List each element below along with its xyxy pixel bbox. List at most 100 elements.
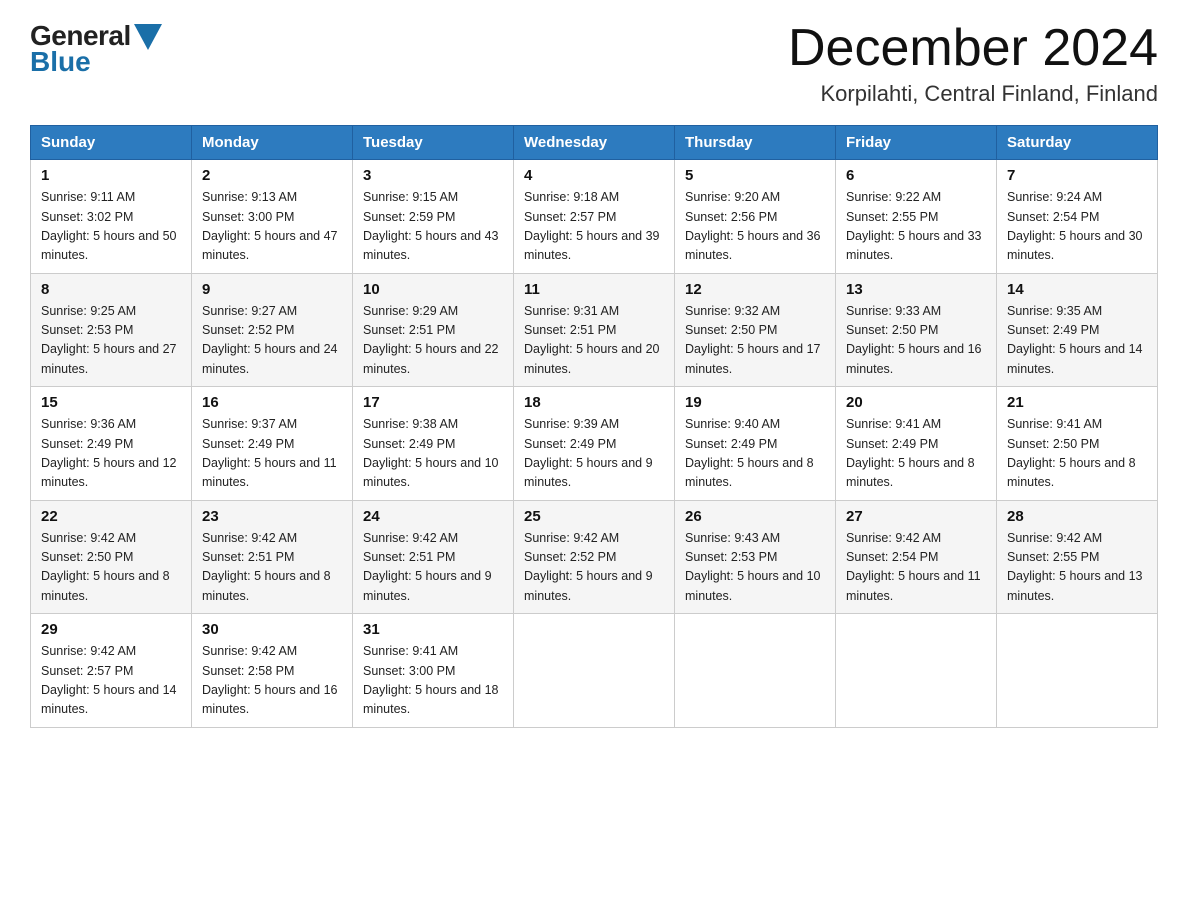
- day-number: 22: [41, 508, 181, 525]
- day-info: Sunrise: 9:33 AMSunset: 2:50 PMDaylight:…: [846, 304, 982, 376]
- day-number: 29: [41, 621, 181, 638]
- day-info: Sunrise: 9:35 AMSunset: 2:49 PMDaylight:…: [1007, 304, 1143, 376]
- calendar-cell: [675, 614, 836, 728]
- weekday-header-tuesday: Tuesday: [353, 126, 514, 160]
- calendar-cell: 1 Sunrise: 9:11 AMSunset: 3:02 PMDayligh…: [31, 160, 192, 274]
- weekday-header-thursday: Thursday: [675, 126, 836, 160]
- day-info: Sunrise: 9:38 AMSunset: 2:49 PMDaylight:…: [363, 417, 499, 489]
- day-info: Sunrise: 9:20 AMSunset: 2:56 PMDaylight:…: [685, 190, 821, 262]
- calendar-cell: 11 Sunrise: 9:31 AMSunset: 2:51 PMDaylig…: [514, 273, 675, 387]
- calendar-cell: 10 Sunrise: 9:29 AMSunset: 2:51 PMDaylig…: [353, 273, 514, 387]
- calendar-cell: 2 Sunrise: 9:13 AMSunset: 3:00 PMDayligh…: [192, 160, 353, 274]
- calendar-cell: 19 Sunrise: 9:40 AMSunset: 2:49 PMDaylig…: [675, 387, 836, 501]
- day-number: 1: [41, 167, 181, 184]
- weekday-header-monday: Monday: [192, 126, 353, 160]
- day-number: 25: [524, 508, 664, 525]
- calendar-cell: 4 Sunrise: 9:18 AMSunset: 2:57 PMDayligh…: [514, 160, 675, 274]
- calendar-cell: 21 Sunrise: 9:41 AMSunset: 2:50 PMDaylig…: [997, 387, 1158, 501]
- day-number: 2: [202, 167, 342, 184]
- day-info: Sunrise: 9:15 AMSunset: 2:59 PMDaylight:…: [363, 190, 499, 262]
- calendar-cell: 3 Sunrise: 9:15 AMSunset: 2:59 PMDayligh…: [353, 160, 514, 274]
- title-block: December 2024 Korpilahti, Central Finlan…: [788, 20, 1158, 107]
- day-number: 13: [846, 281, 986, 298]
- day-number: 31: [363, 621, 503, 638]
- calendar-cell: 23 Sunrise: 9:42 AMSunset: 2:51 PMDaylig…: [192, 500, 353, 614]
- day-info: Sunrise: 9:27 AMSunset: 2:52 PMDaylight:…: [202, 304, 338, 376]
- weekday-header-wednesday: Wednesday: [514, 126, 675, 160]
- calendar-cell: 26 Sunrise: 9:43 AMSunset: 2:53 PMDaylig…: [675, 500, 836, 614]
- calendar-cell: [997, 614, 1158, 728]
- logo-arrow-icon: [134, 24, 162, 50]
- day-number: 10: [363, 281, 503, 298]
- day-info: Sunrise: 9:42 AMSunset: 2:58 PMDaylight:…: [202, 644, 338, 716]
- day-number: 15: [41, 394, 181, 411]
- logo-blue-text: Blue: [30, 46, 91, 78]
- day-number: 3: [363, 167, 503, 184]
- day-info: Sunrise: 9:29 AMSunset: 2:51 PMDaylight:…: [363, 304, 499, 376]
- day-number: 30: [202, 621, 342, 638]
- day-number: 17: [363, 394, 503, 411]
- day-info: Sunrise: 9:42 AMSunset: 2:55 PMDaylight:…: [1007, 531, 1143, 603]
- calendar-cell: 30 Sunrise: 9:42 AMSunset: 2:58 PMDaylig…: [192, 614, 353, 728]
- day-info: Sunrise: 9:41 AMSunset: 3:00 PMDaylight:…: [363, 644, 499, 716]
- calendar-cell: 29 Sunrise: 9:42 AMSunset: 2:57 PMDaylig…: [31, 614, 192, 728]
- day-number: 11: [524, 281, 664, 298]
- day-info: Sunrise: 9:42 AMSunset: 2:52 PMDaylight:…: [524, 531, 653, 603]
- day-info: Sunrise: 9:11 AMSunset: 3:02 PMDaylight:…: [41, 190, 177, 262]
- day-number: 4: [524, 167, 664, 184]
- weekday-header-sunday: Sunday: [31, 126, 192, 160]
- day-info: Sunrise: 9:42 AMSunset: 2:50 PMDaylight:…: [41, 531, 170, 603]
- calendar-cell: 12 Sunrise: 9:32 AMSunset: 2:50 PMDaylig…: [675, 273, 836, 387]
- day-info: Sunrise: 9:41 AMSunset: 2:49 PMDaylight:…: [846, 417, 975, 489]
- day-info: Sunrise: 9:36 AMSunset: 2:49 PMDaylight:…: [41, 417, 177, 489]
- calendar-cell: 8 Sunrise: 9:25 AMSunset: 2:53 PMDayligh…: [31, 273, 192, 387]
- calendar-cell: 17 Sunrise: 9:38 AMSunset: 2:49 PMDaylig…: [353, 387, 514, 501]
- weekday-header-friday: Friday: [836, 126, 997, 160]
- day-info: Sunrise: 9:40 AMSunset: 2:49 PMDaylight:…: [685, 417, 814, 489]
- day-number: 5: [685, 167, 825, 184]
- page-title: December 2024: [788, 20, 1158, 77]
- day-number: 20: [846, 394, 986, 411]
- calendar-table: SundayMondayTuesdayWednesdayThursdayFrid…: [30, 125, 1158, 728]
- day-info: Sunrise: 9:31 AMSunset: 2:51 PMDaylight:…: [524, 304, 660, 376]
- calendar-cell: 6 Sunrise: 9:22 AMSunset: 2:55 PMDayligh…: [836, 160, 997, 274]
- calendar-cell: 18 Sunrise: 9:39 AMSunset: 2:49 PMDaylig…: [514, 387, 675, 501]
- day-number: 19: [685, 394, 825, 411]
- calendar-cell: 24 Sunrise: 9:42 AMSunset: 2:51 PMDaylig…: [353, 500, 514, 614]
- day-info: Sunrise: 9:41 AMSunset: 2:50 PMDaylight:…: [1007, 417, 1136, 489]
- day-number: 27: [846, 508, 986, 525]
- day-info: Sunrise: 9:25 AMSunset: 2:53 PMDaylight:…: [41, 304, 177, 376]
- day-number: 7: [1007, 167, 1147, 184]
- calendar-cell: 22 Sunrise: 9:42 AMSunset: 2:50 PMDaylig…: [31, 500, 192, 614]
- calendar-cell: 9 Sunrise: 9:27 AMSunset: 2:52 PMDayligh…: [192, 273, 353, 387]
- day-info: Sunrise: 9:13 AMSunset: 3:00 PMDaylight:…: [202, 190, 338, 262]
- day-number: 16: [202, 394, 342, 411]
- day-info: Sunrise: 9:18 AMSunset: 2:57 PMDaylight:…: [524, 190, 660, 262]
- day-number: 26: [685, 508, 825, 525]
- day-info: Sunrise: 9:22 AMSunset: 2:55 PMDaylight:…: [846, 190, 982, 262]
- day-number: 21: [1007, 394, 1147, 411]
- calendar-week-row: 8 Sunrise: 9:25 AMSunset: 2:53 PMDayligh…: [31, 273, 1158, 387]
- calendar-cell: 13 Sunrise: 9:33 AMSunset: 2:50 PMDaylig…: [836, 273, 997, 387]
- day-number: 6: [846, 167, 986, 184]
- day-number: 14: [1007, 281, 1147, 298]
- calendar-week-row: 22 Sunrise: 9:42 AMSunset: 2:50 PMDaylig…: [31, 500, 1158, 614]
- calendar-cell: 20 Sunrise: 9:41 AMSunset: 2:49 PMDaylig…: [836, 387, 997, 501]
- calendar-cell: [836, 614, 997, 728]
- weekday-header-saturday: Saturday: [997, 126, 1158, 160]
- day-info: Sunrise: 9:37 AMSunset: 2:49 PMDaylight:…: [202, 417, 337, 489]
- day-number: 9: [202, 281, 342, 298]
- day-number: 23: [202, 508, 342, 525]
- day-number: 12: [685, 281, 825, 298]
- day-number: 18: [524, 394, 664, 411]
- calendar-cell: [514, 614, 675, 728]
- logo: General Blue: [30, 20, 162, 78]
- day-number: 24: [363, 508, 503, 525]
- day-info: Sunrise: 9:32 AMSunset: 2:50 PMDaylight:…: [685, 304, 821, 376]
- calendar-week-row: 15 Sunrise: 9:36 AMSunset: 2:49 PMDaylig…: [31, 387, 1158, 501]
- calendar-cell: 31 Sunrise: 9:41 AMSunset: 3:00 PMDaylig…: [353, 614, 514, 728]
- calendar-cell: 27 Sunrise: 9:42 AMSunset: 2:54 PMDaylig…: [836, 500, 997, 614]
- page-header: General Blue December 2024 Korpilahti, C…: [30, 20, 1158, 107]
- calendar-cell: 14 Sunrise: 9:35 AMSunset: 2:49 PMDaylig…: [997, 273, 1158, 387]
- calendar-cell: 28 Sunrise: 9:42 AMSunset: 2:55 PMDaylig…: [997, 500, 1158, 614]
